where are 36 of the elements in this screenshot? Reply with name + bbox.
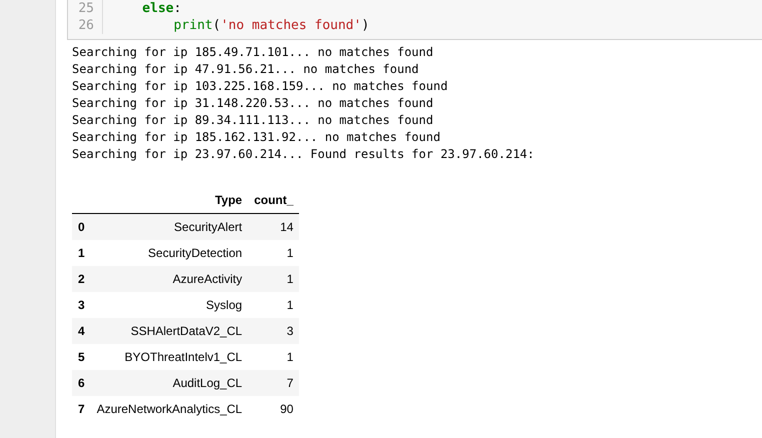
row-index: 4 bbox=[72, 318, 91, 344]
table-cell: BYOThreatIntelv1_CL bbox=[90, 344, 248, 370]
row-index: 1 bbox=[72, 240, 91, 266]
output-line: Searching for ip 103.225.168.159... no matches found bbox=[72, 78, 449, 95]
row-index: 6 bbox=[72, 370, 91, 396]
table-cell: SecurityDetection bbox=[90, 240, 248, 266]
line-number: 26 bbox=[68, 17, 103, 34]
row-index: 3 bbox=[72, 292, 91, 318]
output-line: Searching for ip 185.162.131.92... no matches found bbox=[72, 129, 442, 146]
table-cell: AzureNetworkAnalytics_CL bbox=[90, 396, 248, 422]
output-line: Searching for ip 185.49.71.101... no matches found bbox=[72, 44, 434, 61]
row-index: 5 bbox=[72, 344, 91, 370]
table-cell: SSHAlertDataV2_CL bbox=[90, 318, 248, 344]
output-line: Searching for ip 23.97.60.214... Found results for 23.97.60.214: bbox=[72, 146, 536, 163]
table-cell: 1 bbox=[248, 292, 300, 318]
table-cell: 1 bbox=[248, 266, 300, 292]
table-cell: SecurityAlert bbox=[90, 214, 248, 240]
table-cell: 7 bbox=[248, 370, 300, 396]
code-line: print('no matches found') bbox=[172, 17, 370, 34]
code-editor[interactable]: 25 else: 26 print('no matches found') bbox=[67, 0, 762, 40]
table-cell: Syslog bbox=[90, 292, 248, 318]
row-index: 2 bbox=[72, 266, 91, 292]
table-cell: 1 bbox=[248, 240, 300, 266]
table-cell: 1 bbox=[248, 344, 300, 370]
table-cell: 90 bbox=[248, 396, 300, 422]
table-cell: AzureActivity bbox=[90, 266, 248, 292]
row-index: 0 bbox=[72, 214, 91, 240]
code-line: else: bbox=[141, 0, 182, 17]
table-cell: 14 bbox=[248, 214, 300, 240]
output-line: Searching for ip 89.34.111.113... no matches found bbox=[72, 112, 434, 129]
output-line: Searching for ip 47.91.56.21... no matches found bbox=[72, 61, 420, 78]
table-cell: AuditLog_CL bbox=[90, 370, 248, 396]
line-number: 25 bbox=[68, 0, 103, 17]
table-cell: 3 bbox=[248, 318, 300, 344]
row-index: 7 bbox=[72, 396, 91, 422]
output-line: Searching for ip 31.148.220.53... no matches found bbox=[72, 95, 434, 112]
